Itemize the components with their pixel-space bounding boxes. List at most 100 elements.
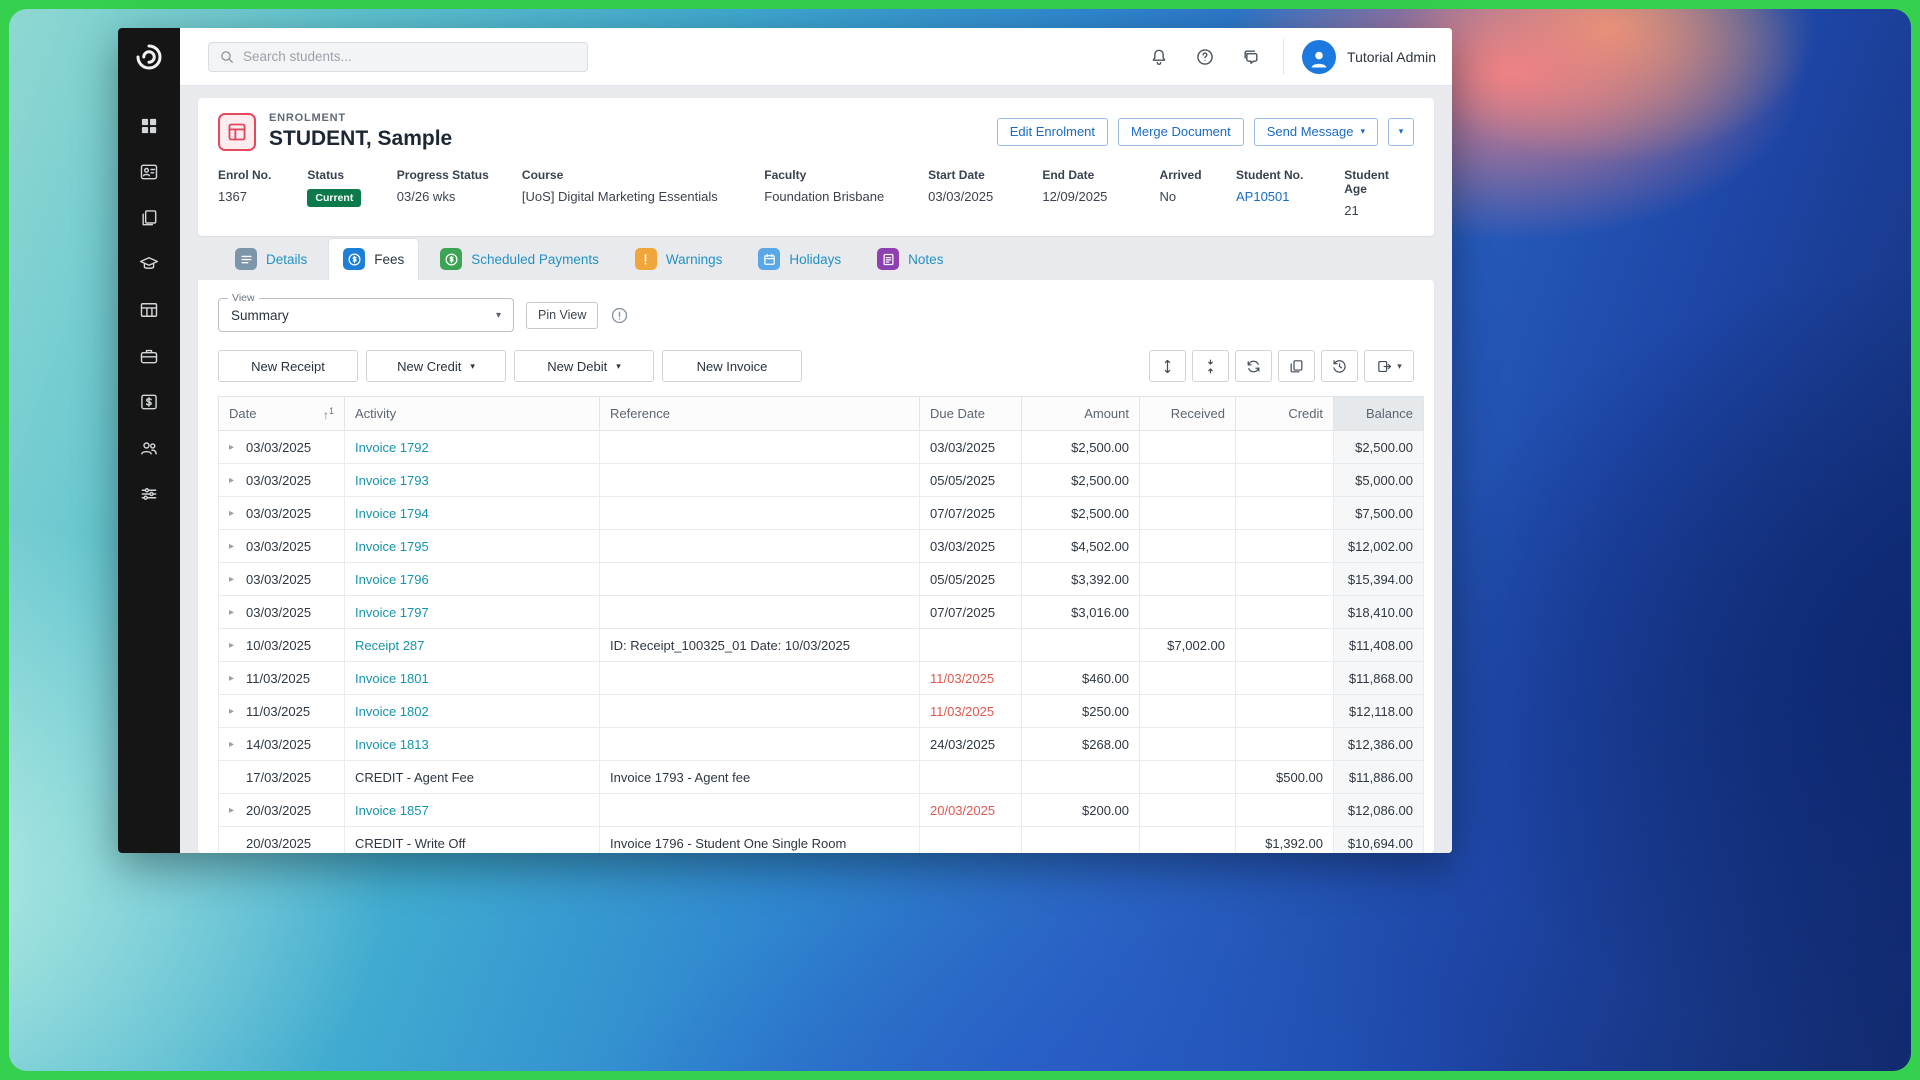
new-debit-button[interactable]: New Debit ▾: [514, 350, 654, 382]
activity-link[interactable]: Invoice 1857: [355, 803, 429, 818]
export-button[interactable]: ▾: [1364, 350, 1414, 382]
info-icon[interactable]: [610, 306, 629, 325]
fee-row[interactable]: ▸ 03/03/2025 Invoice 1792 03/03/2025 $2,500.…: [218, 430, 1424, 464]
info-value: AP10501: [1236, 189, 1344, 204]
duplicate-button[interactable]: [1278, 350, 1315, 382]
sidebar-item-dashboard[interactable]: [129, 110, 169, 141]
expand-caret-icon[interactable]: ▸: [229, 739, 239, 750]
messages-icon[interactable]: [1241, 47, 1261, 67]
column-activity[interactable]: Activity: [344, 396, 600, 431]
fee-row[interactable]: ▸ 03/03/2025 Invoice 1795 03/03/2025 $4,502.…: [218, 529, 1424, 563]
sidebar-item-work-placement[interactable]: [129, 340, 169, 371]
dashboard-icon: [139, 116, 159, 136]
sidebar-item-contacts[interactable]: [129, 156, 169, 187]
pin-view-button[interactable]: Pin View: [526, 301, 599, 329]
tab-notes[interactable]: Notes: [862, 238, 958, 280]
new-credit-button[interactable]: New Credit ▾: [366, 350, 506, 382]
sidebar-item-agents[interactable]: [129, 432, 169, 463]
expand-caret-icon[interactable]: ▸: [229, 805, 239, 816]
activity-link[interactable]: Invoice 1793: [355, 473, 429, 488]
column-received[interactable]: Received: [1139, 396, 1236, 431]
notifications-icon[interactable]: [1149, 47, 1169, 67]
briefcase-icon: [139, 346, 159, 366]
edit-enrolment-button[interactable]: Edit Enrolment: [996, 117, 1109, 146]
fees-icon: [343, 248, 366, 270]
column-date[interactable]: Date ↑1: [218, 396, 345, 431]
expand-caret-icon[interactable]: ▸: [229, 607, 239, 618]
sidebar-item-documents[interactable]: [129, 202, 169, 233]
history-button[interactable]: [1321, 350, 1358, 382]
fee-row[interactable]: ▸ 10/03/2025 Receipt 287 ID: Receipt_100325…: [218, 628, 1424, 662]
fee-row[interactable]: ▸ 03/03/2025 Invoice 1796 05/05/2025 $3,392.…: [218, 562, 1424, 596]
activity-link[interactable]: Invoice 1794: [355, 506, 429, 521]
tab-warnings[interactable]: Warnings: [620, 238, 738, 280]
info-value: 1367: [218, 189, 247, 204]
fee-row[interactable]: ▸ 14/03/2025 Invoice 1813 24/03/2025 $268.00…: [218, 727, 1424, 761]
fee-row[interactable]: ▸ 03/03/2025 Invoice 1797 07/07/2025 $3,016.…: [218, 595, 1424, 629]
fee-row[interactable]: ▸ 20/03/2025 Invoice 1857 20/03/2025 $200.00…: [218, 793, 1424, 827]
chevron-down-icon: ▾: [1397, 360, 1402, 371]
academics-icon: [139, 254, 159, 274]
fee-row[interactable]: 17/03/2025 CREDIT - Agent Fee Invoice 1793…: [218, 760, 1424, 794]
column-due-date[interactable]: Due Date: [919, 396, 1022, 431]
sidebar-item-academics[interactable]: [129, 248, 169, 279]
column-reference[interactable]: Reference: [599, 396, 920, 431]
column-credit[interactable]: Credit: [1235, 396, 1334, 431]
activity-link[interactable]: Invoice 1802: [355, 704, 429, 719]
refresh-button[interactable]: [1235, 350, 1272, 382]
amount-cell: $200.00: [1021, 793, 1140, 827]
activity-link[interactable]: Receipt 287: [355, 638, 424, 653]
collapse-rows-button[interactable]: [1192, 350, 1229, 382]
merge-document-button[interactable]: Merge Document: [1118, 117, 1244, 146]
reference-cell: ID: Receipt_100325_01 Date: 10/03/2025: [599, 628, 920, 662]
tab-details[interactable]: Details: [220, 238, 322, 280]
search-box[interactable]: [208, 41, 588, 72]
help-icon[interactable]: [1195, 47, 1215, 67]
student-no-link[interactable]: AP10501: [1236, 189, 1290, 204]
send-message-button[interactable]: Send Message ▾: [1253, 117, 1378, 146]
fee-row[interactable]: ▸ 11/03/2025 Invoice 1801 11/03/2025 $460.00…: [218, 661, 1424, 695]
expand-caret-icon[interactable]: ▸: [229, 475, 239, 486]
expand-caret-icon[interactable]: ▸: [229, 706, 239, 717]
search-input[interactable]: [243, 49, 577, 64]
sidebar-item-settings[interactable]: [129, 478, 169, 509]
more-actions-button[interactable]: ▾: [1388, 117, 1414, 146]
new-receipt-button[interactable]: New Receipt: [218, 350, 358, 382]
expand-caret-icon[interactable]: ▸: [229, 574, 239, 585]
reference-cell: [599, 529, 920, 563]
fee-row[interactable]: 20/03/2025 CREDIT - Write Off Invoice 1796…: [218, 826, 1424, 853]
info-label: Arrived: [1159, 168, 1202, 182]
activity-link[interactable]: Invoice 1801: [355, 671, 429, 686]
activity-cell: Invoice 1793: [344, 463, 600, 497]
tab-scheduled-payments[interactable]: Scheduled Payments: [425, 238, 614, 280]
sidebar-item-classes[interactable]: [129, 294, 169, 325]
expand-rows-button[interactable]: [1149, 350, 1186, 382]
user-name[interactable]: Tutorial Admin: [1347, 49, 1436, 65]
expand-caret-icon[interactable]: ▸: [229, 442, 239, 453]
new-invoice-button[interactable]: New Invoice: [662, 350, 802, 382]
app-logo-icon[interactable]: [118, 28, 180, 86]
activity-link[interactable]: Invoice 1796: [355, 572, 429, 587]
column-amount[interactable]: Amount: [1021, 396, 1140, 431]
fee-row[interactable]: ▸ 11/03/2025 Invoice 1802 11/03/2025 $250.00…: [218, 694, 1424, 728]
expand-caret-icon[interactable]: ▸: [229, 541, 239, 552]
credit-cell: [1235, 628, 1334, 662]
tab-holidays[interactable]: Holidays: [743, 238, 856, 280]
view-select[interactable]: View Summary ▾: [218, 292, 514, 332]
fee-row[interactable]: ▸ 03/03/2025 Invoice 1793 05/05/2025 $2,500.…: [218, 463, 1424, 497]
activity-link[interactable]: Invoice 1813: [355, 737, 429, 752]
info-label: Faculty: [764, 168, 807, 182]
expand-caret-icon[interactable]: ▸: [229, 673, 239, 684]
tab-fees[interactable]: Fees: [328, 238, 420, 280]
user-avatar[interactable]: [1302, 39, 1337, 74]
activity-link[interactable]: Invoice 1792: [355, 440, 429, 455]
activity-link[interactable]: Invoice 1795: [355, 539, 429, 554]
activity-link[interactable]: Invoice 1797: [355, 605, 429, 620]
sidebar-item-finance[interactable]: [129, 386, 169, 417]
activity-cell: Invoice 1794: [344, 496, 600, 530]
fee-row[interactable]: ▸ 03/03/2025 Invoice 1794 07/07/2025 $2,500.…: [218, 496, 1424, 530]
expand-caret-icon[interactable]: ▸: [229, 640, 239, 651]
expand-caret-icon[interactable]: ▸: [229, 508, 239, 519]
column-balance[interactable]: Balance: [1333, 396, 1424, 431]
info-start-date: Start Date 03/03/2025: [928, 168, 1042, 218]
